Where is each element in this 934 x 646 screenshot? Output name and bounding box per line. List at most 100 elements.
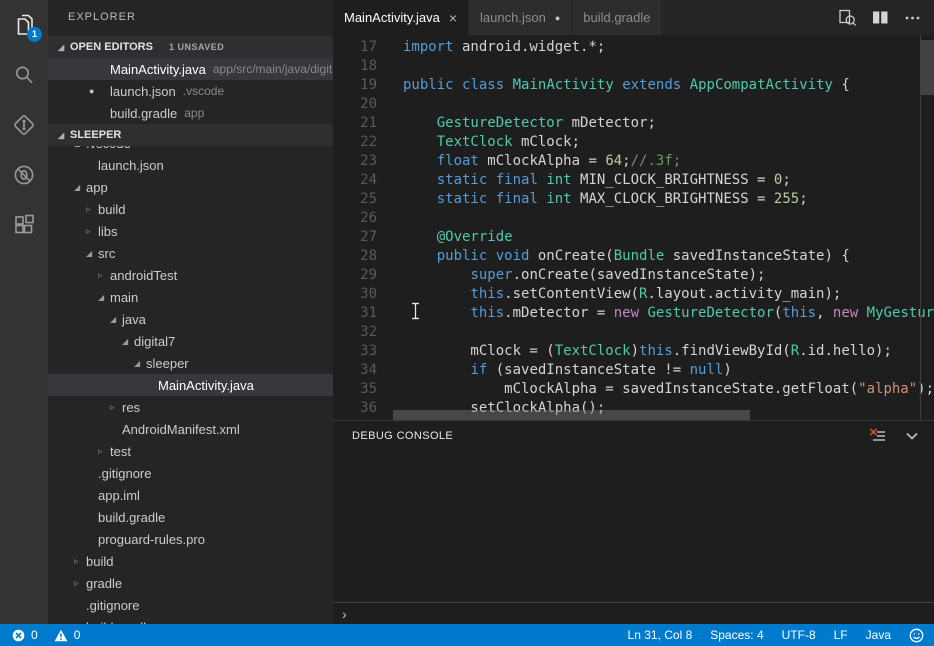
horizontal-scrollbar[interactable] — [393, 410, 750, 420]
tree-item-digital7[interactable]: ◢digital7 — [48, 330, 333, 352]
line-number: 18 — [333, 57, 377, 76]
tab-label: launch.json — [480, 10, 546, 25]
tree-item--gitignore[interactable]: .gitignore — [48, 462, 333, 484]
line-content: if (savedInstanceState != null) — [377, 361, 732, 380]
debug-console-input[interactable]: › — [333, 602, 934, 624]
open-editor-item[interactable]: build.gradleapp — [48, 102, 333, 124]
open-editor-item[interactable]: MainActivity.javaapp/src/main/java/digit… — [48, 58, 333, 80]
tree-item-main[interactable]: ◢main — [48, 286, 333, 308]
feedback-smiley-icon[interactable] — [909, 628, 924, 643]
tree-item-app-iml[interactable]: app.iml — [48, 484, 333, 506]
debug-console-output — [333, 451, 934, 602]
tree-item-libs[interactable]: ▹libs — [48, 220, 333, 242]
line-number: 26 — [333, 209, 377, 228]
tree-item-launch-json[interactable]: launch.json — [48, 154, 333, 176]
close-tab-icon[interactable]: × — [449, 10, 457, 26]
folder-section-header[interactable]: ◢ SLEEPER — [48, 124, 333, 146]
tree-item-androidtest[interactable]: ▹androidTest — [48, 264, 333, 286]
activity-search-button[interactable] — [0, 50, 48, 100]
status-cursor-position[interactable]: Ln 31, Col 8 — [628, 628, 693, 642]
modified-dot-icon: ● — [555, 13, 560, 23]
status-eol[interactable]: LF — [834, 628, 848, 642]
activity-source-control-button[interactable] — [0, 100, 48, 150]
twistie-expanded-icon: ◢ — [122, 337, 134, 346]
tree-item-test[interactable]: ▹test — [48, 440, 333, 462]
tree-item-res[interactable]: ▹res — [48, 396, 333, 418]
tree-item-androidmanifest-xml[interactable]: AndroidManifest.xml — [48, 418, 333, 440]
status-encoding[interactable]: UTF-8 — [782, 628, 816, 642]
tree-item-mainactivity-java[interactable]: MainActivity.java — [48, 374, 333, 396]
line-number: 17 — [333, 38, 377, 57]
tree-item-build-gradle[interactable]: build.gradle — [48, 506, 333, 528]
activity-debug-button[interactable] — [0, 150, 48, 200]
clear-console-icon[interactable] — [869, 428, 887, 444]
tree-item--vscode[interactable]: ◢.vscode — [48, 146, 333, 154]
tree-item-label: build.gradle — [98, 510, 165, 525]
status-problems[interactable]: 0 0 — [12, 628, 80, 642]
line-content: float mClockAlpha = 64;//.3f; — [377, 152, 681, 171]
tree-item-build[interactable]: ▹build — [48, 198, 333, 220]
vscode-window: 1 — [0, 0, 934, 646]
twistie-expanded-icon: ◢ — [86, 249, 98, 258]
line-number: 29 — [333, 266, 377, 285]
explorer-badge: 1 — [27, 27, 42, 42]
code-line: 29 super.onCreate(savedInstanceState); — [333, 266, 934, 285]
status-indentation[interactable]: Spaces: 4 — [710, 628, 763, 642]
tree-item-java[interactable]: ◢java — [48, 308, 333, 330]
tree-item-build-gradle[interactable]: build.gradle — [48, 616, 333, 624]
tree-item-sleeper[interactable]: ◢sleeper — [48, 352, 333, 374]
line-content: static final int MAX_CLOCK_BRIGHTNESS = … — [377, 190, 808, 209]
twistie-collapsed-icon: ▹ — [98, 446, 110, 457]
line-number: 21 — [333, 114, 377, 133]
code-line: 27 @Override — [333, 228, 934, 247]
panel-actions — [869, 428, 920, 444]
vertical-scrollbar[interactable] — [921, 40, 934, 95]
status-language-mode[interactable]: Java — [866, 628, 891, 642]
tree-item-label: .gitignore — [86, 598, 139, 613]
tree-item-build[interactable]: ▹build — [48, 550, 333, 572]
tab-label: MainActivity.java — [344, 10, 440, 25]
twistie-collapsed-icon: ▹ — [86, 204, 98, 215]
tree-item-label: MainActivity.java — [158, 378, 254, 393]
line-content — [377, 209, 403, 228]
code-editor[interactable]: 17import android.widget.*;1819public cla… — [333, 35, 934, 420]
status-right: Ln 31, Col 8 Spaces: 4 UTF-8 LF Java — [628, 628, 924, 643]
line-content: public void onCreate(Bundle savedInstanc… — [377, 247, 850, 266]
line-number: 33 — [333, 342, 377, 361]
extensions-icon — [12, 213, 36, 237]
source-control-icon — [12, 113, 36, 137]
line-number: 34 — [333, 361, 377, 380]
open-editors-list: MainActivity.javaapp/src/main/java/digit… — [48, 58, 333, 124]
sidebar-explorer: EXPLORER ◢ OPEN EDITORS 1 UNSAVED MainAc… — [48, 0, 333, 624]
tree-item-gradle[interactable]: ▹gradle — [48, 572, 333, 594]
panel-title-debug-console[interactable]: DEBUG CONSOLE — [352, 430, 453, 442]
tab-launch-json[interactable]: launch.json ● — [469, 0, 572, 35]
line-content: public class MainActivity extends AppCom… — [377, 76, 850, 95]
open-editors-header[interactable]: ◢ OPEN EDITORS 1 UNSAVED — [48, 36, 333, 58]
line-number: 35 — [333, 380, 377, 399]
open-editors-label: OPEN EDITORS — [70, 41, 153, 53]
close-panel-icon[interactable] — [904, 428, 920, 444]
activity-bar: 1 — [0, 0, 48, 624]
tree-item-app[interactable]: ◢app — [48, 176, 333, 198]
code-line: 28 public void onCreate(Bundle savedInst… — [333, 247, 934, 266]
code-line: 19public class MainActivity extends AppC… — [333, 76, 934, 95]
line-content: mClockAlpha = savedInstanceState.getFloa… — [377, 380, 934, 399]
activity-extensions-button[interactable] — [0, 200, 48, 250]
line-content — [377, 323, 403, 342]
tree-item-src[interactable]: ◢src — [48, 242, 333, 264]
tab-build-gradle[interactable]: build.gradle — [572, 0, 662, 35]
activity-explorer-button[interactable]: 1 — [0, 0, 48, 50]
split-editor-icon[interactable] — [872, 10, 889, 25]
line-content: import android.widget.*; — [377, 38, 605, 57]
more-actions-icon[interactable] — [904, 9, 921, 26]
open-editor-item[interactable]: ●launch.json.vscode — [48, 80, 333, 102]
code-line: 33 mClock = (TextClock)this.findViewById… — [333, 342, 934, 361]
tree-item-proguard-rules-pro[interactable]: proguard-rules.pro — [48, 528, 333, 550]
tree-item--gitignore[interactable]: .gitignore — [48, 594, 333, 616]
tab-label: build.gradle — [583, 10, 650, 25]
tab-mainactivity-java[interactable]: MainActivity.java × — [333, 0, 469, 35]
find-in-file-icon[interactable] — [838, 8, 857, 27]
tree-item-label: build — [86, 554, 113, 569]
line-content: @Override — [377, 228, 513, 247]
